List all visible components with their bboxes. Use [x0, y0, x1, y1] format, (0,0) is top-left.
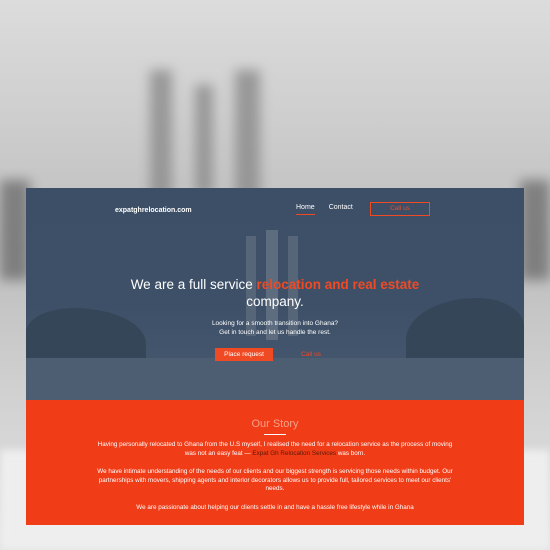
- story-paragraph: Having personally relocated to Ghana fro…: [96, 441, 454, 458]
- story-text: was born.: [336, 449, 366, 457]
- our-story-section: Our Story Having personally relocated to…: [26, 400, 524, 525]
- subtitle-line: Looking for a smooth transition into Gha…: [211, 320, 339, 327]
- main-nav: Home Contact: [296, 204, 353, 215]
- call-us-button[interactable]: Call us: [370, 202, 430, 216]
- background-tower-shape: [195, 85, 213, 195]
- nav-contact[interactable]: Contact: [329, 204, 353, 214]
- headline-accent: relocation and real estate: [256, 277, 420, 292]
- story-paragraph: We have intimate understanding of the ne…: [97, 468, 453, 492]
- site-logo[interactable]: expatghrelocation.com: [115, 207, 192, 214]
- hero-subtitle: Looking for a smooth transition into Gha…: [26, 319, 524, 337]
- hero-section: expatghrelocation.com Home Contact Call …: [26, 188, 524, 400]
- section-title: Our Story: [251, 418, 299, 430]
- hero-headline: We are a full service relocation and rea…: [26, 276, 524, 310]
- company-name-highlight: Expat Gh Relocation Services: [252, 449, 337, 457]
- background-tree-shape: [520, 180, 550, 280]
- hero-call-us-button[interactable]: Call us: [282, 348, 340, 361]
- nav-home[interactable]: Home: [296, 204, 315, 215]
- hero-ground: [26, 358, 524, 400]
- website-mockup: expatghrelocation.com Home Contact Call …: [26, 188, 524, 525]
- title-divider: [264, 434, 286, 435]
- story-paragraph: We are passionate about helping our clie…: [136, 504, 414, 511]
- headline-text-end: company.: [246, 294, 304, 309]
- headline-text: We are a full service: [130, 277, 257, 292]
- subtitle-line: Get in touch and let us handle the rest.: [219, 329, 331, 336]
- place-request-button[interactable]: Place request: [215, 348, 273, 361]
